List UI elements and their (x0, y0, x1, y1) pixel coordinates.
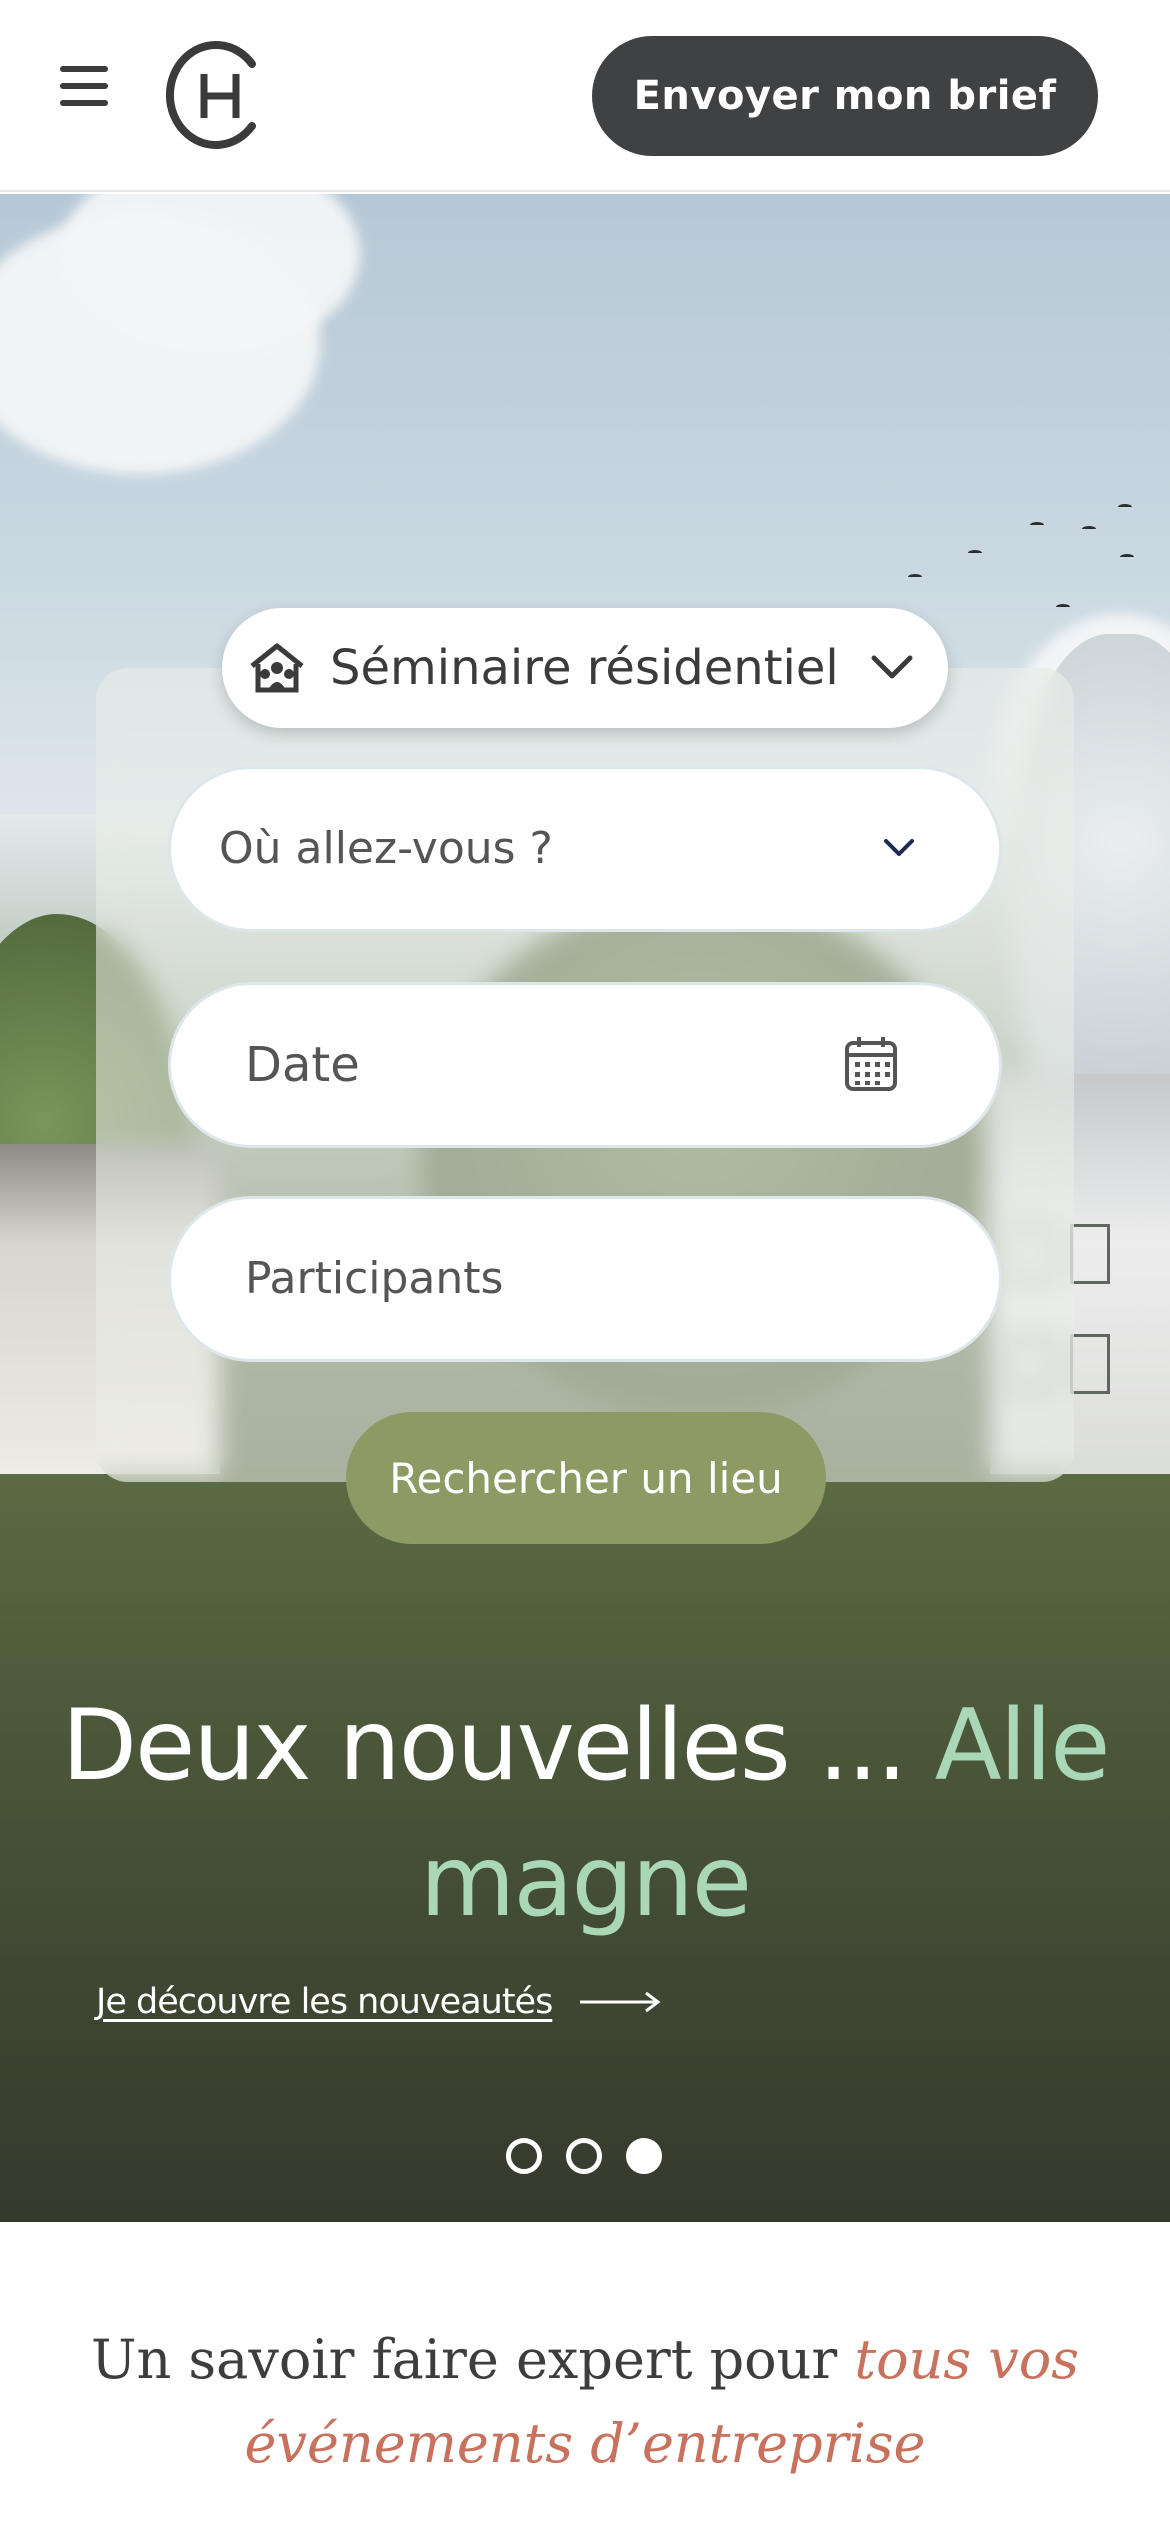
chevron-down-icon (884, 839, 914, 856)
slider-pagination (506, 2138, 662, 2174)
slide-dot-2[interactable] (566, 2138, 602, 2174)
hero-headline: Deux nouvelles ... Alle magne (60, 1678, 1111, 1950)
calendar-icon[interactable] (843, 1033, 899, 1093)
house-people-icon (250, 643, 304, 693)
date-field[interactable]: Date (168, 982, 1002, 1148)
ch-logo-icon[interactable] (164, 36, 268, 154)
tagline-main: Un savoir faire expert pour (90, 2328, 855, 2391)
site-header: Envoyer mon brief (0, 0, 1170, 192)
chevron-down-icon (871, 655, 913, 679)
bird-shape (908, 574, 922, 580)
bird-shape (1120, 554, 1134, 560)
arrow-right-icon (580, 1991, 661, 2013)
discover-news-link[interactable]: Je découvre les nouveautés (96, 1982, 662, 2022)
bird-shape (1056, 604, 1070, 610)
send-brief-button[interactable]: Envoyer mon brief (592, 36, 1098, 156)
destination-select[interactable]: Où allez-vous ? (168, 766, 1002, 932)
headline-main: Deux nouvelles ... (61, 1689, 935, 1803)
date-placeholder: Date (245, 1037, 360, 1093)
section-tagline: Un savoir faire expert pour tous vos évé… (60, 2318, 1110, 2486)
discover-link-text: Je découvre les nouveautés (96, 1982, 553, 2022)
search-venue-button[interactable]: Rechercher un lieu (346, 1412, 826, 1544)
slide-dot-3[interactable] (626, 2138, 662, 2174)
participants-field[interactable]: Participants (168, 1196, 1002, 1362)
slide-dot-1[interactable] (506, 2138, 542, 2174)
event-type-label: Séminaire résidentiel (330, 640, 839, 696)
participants-placeholder: Participants (245, 1253, 504, 1304)
bird-shape (1082, 526, 1096, 532)
bird-shape (968, 550, 982, 556)
destination-placeholder: Où allez-vous ? (219, 823, 553, 874)
hamburger-menu-icon[interactable] (56, 62, 112, 110)
event-type-select[interactable]: Séminaire résidentiel (222, 608, 948, 728)
bird-shape (1030, 522, 1044, 528)
bird-shape (1118, 504, 1132, 510)
